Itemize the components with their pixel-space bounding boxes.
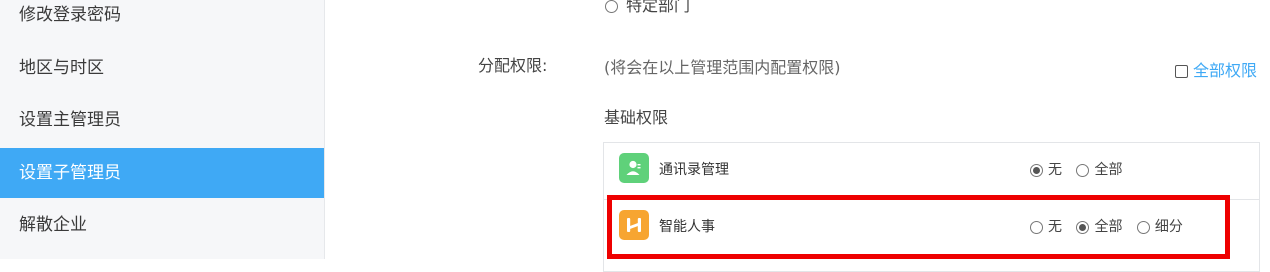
- option-all[interactable]: 全部: [1076, 219, 1122, 235]
- permissions-table: 通讯录管理 无 全部 智能人事 无 全部 细分: [603, 142, 1260, 272]
- option-detailed[interactable]: 细分: [1136, 219, 1183, 235]
- option-none[interactable]: 无: [1030, 219, 1062, 235]
- permission-row-smart-hr: 智能人事 无 全部 细分: [604, 200, 1259, 256]
- permission-name: 智能人事: [659, 219, 715, 235]
- permission-options: 无 全部: [1030, 159, 1132, 179]
- option-none-label: 无: [1048, 219, 1062, 235]
- option-all[interactable]: 全部: [1076, 162, 1122, 178]
- assign-permissions-hint: (将会在以上管理范围内配置权限): [604, 58, 841, 77]
- sidebar-item-set-main-admin[interactable]: 设置主管理员: [0, 95, 324, 145]
- sidebar-item-change-password[interactable]: 修改登录密码: [0, 0, 324, 40]
- option-none[interactable]: 无: [1030, 162, 1062, 178]
- sidebar-item-set-sub-admin[interactable]: 设置子管理员: [0, 148, 324, 198]
- main-content: 特定部门 分配权限: (将会在以上管理范围内配置权限) 全部权限 基础权限 通讯…: [325, 0, 1270, 272]
- permission-options: 无 全部 细分: [1030, 216, 1193, 236]
- option-all-label: 全部: [1094, 162, 1123, 178]
- radio-none[interactable]: [1030, 220, 1043, 234]
- sidebar-item-region-timezone[interactable]: 地区与时区: [0, 43, 324, 93]
- all-permissions-toggle[interactable]: 全部权限: [1175, 57, 1257, 81]
- option-detailed-label: 细分: [1154, 219, 1183, 235]
- permission-name: 通讯录管理: [659, 162, 729, 178]
- radio-detailed[interactable]: [1136, 220, 1150, 234]
- sidebar-item-dissolve-company[interactable]: 解散企业: [0, 200, 324, 250]
- all-permissions-checkbox[interactable]: [1175, 65, 1188, 78]
- all-permissions-link[interactable]: 全部权限: [1193, 61, 1257, 80]
- settings-sidebar: 修改登录密码 地区与时区 设置主管理员 设置子管理员 解散企业: [0, 0, 325, 259]
- contacts-icon: [619, 153, 649, 183]
- option-none-label: 无: [1048, 162, 1062, 178]
- radio-all[interactable]: [1076, 220, 1090, 234]
- specific-dept-radio[interactable]: [605, 0, 618, 13]
- smart-hr-icon: [619, 210, 649, 240]
- scope-option-specific-dept[interactable]: 特定部门: [605, 0, 690, 16]
- permission-row-contacts: 通讯录管理 无 全部: [604, 143, 1259, 200]
- specific-dept-label: 特定部门: [626, 0, 691, 15]
- basic-permissions-title: 基础权限: [604, 108, 669, 127]
- option-all-label: 全部: [1094, 219, 1123, 235]
- radio-all[interactable]: [1076, 163, 1090, 177]
- radio-none[interactable]: [1030, 163, 1043, 177]
- assign-permissions-label: 分配权限:: [478, 56, 548, 75]
